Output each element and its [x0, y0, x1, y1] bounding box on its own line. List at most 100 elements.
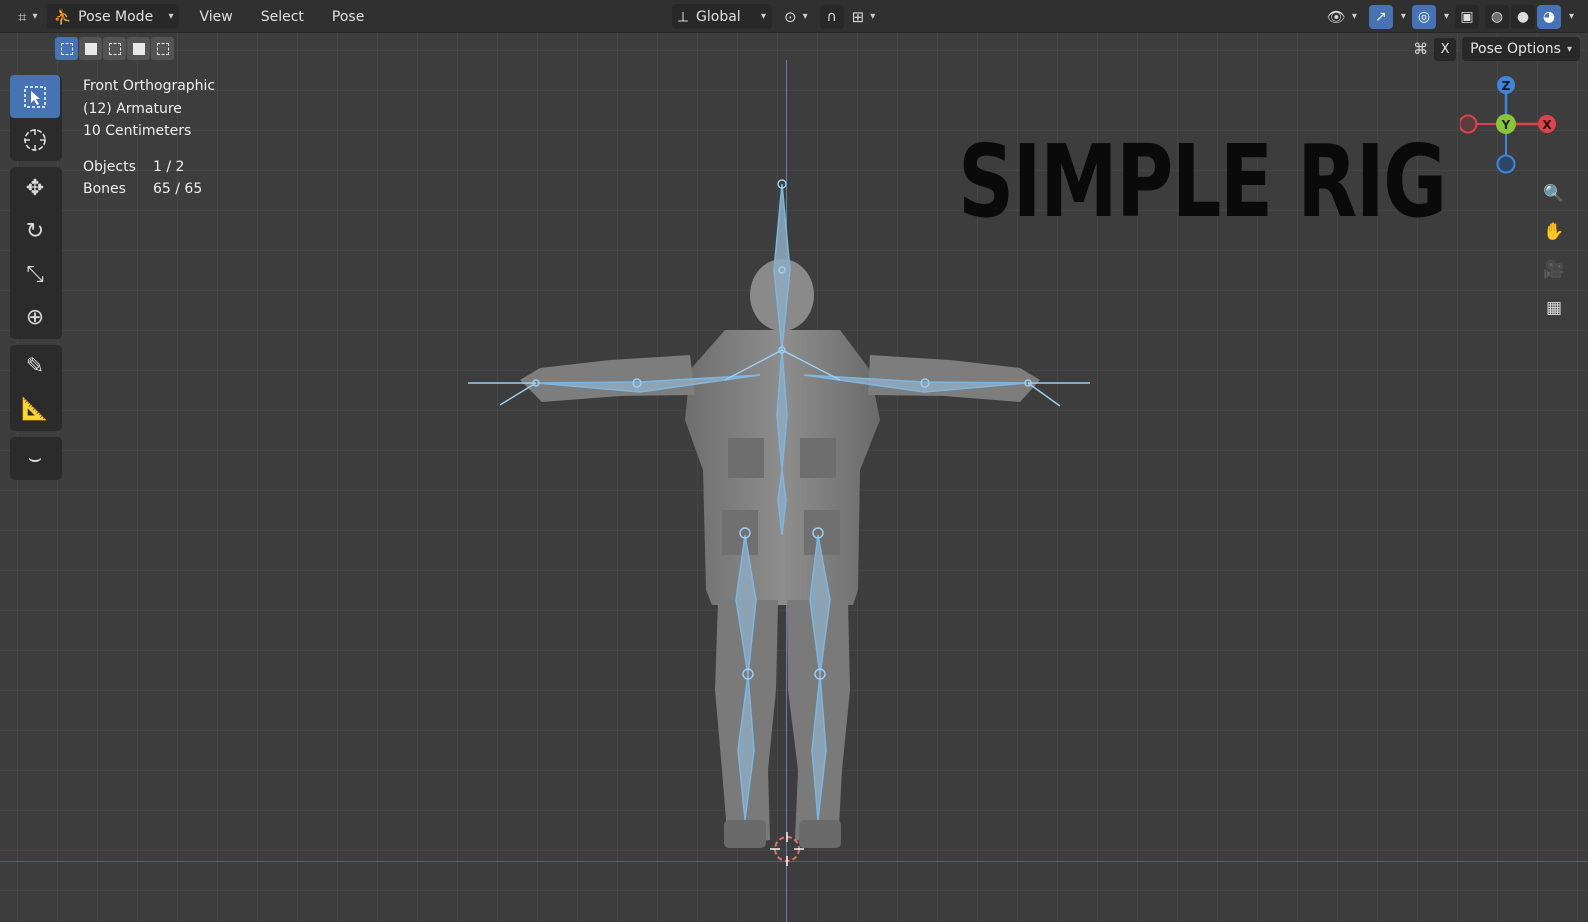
rotate-icon: ↻ [25, 219, 45, 244]
shading-wireframe[interactable]: ◍ [1484, 4, 1509, 29]
annotate-tool[interactable]: ✎ [10, 345, 60, 388]
stat-label: Bones [83, 181, 126, 197]
tool-settings-bar: ⌘ X Pose Options ▾ [0, 34, 1588, 64]
xray-toggle[interactable]: ▣ [1454, 4, 1479, 29]
shading-material[interactable]: ◕ [1536, 4, 1561, 29]
grid-scale: 10 Centimeters [83, 123, 192, 139]
viewport-header: ⌗ ▾ ⛹ Pose Mode ▾ View Select Pose ⟂ Glob… [0, 0, 1588, 33]
zoom-icon: 🔍 [1543, 184, 1565, 204]
menu-view[interactable]: View [193, 4, 238, 29]
mirror-icon[interactable]: ⌘ [1413, 40, 1428, 58]
zoom-button[interactable]: 🔍 [1538, 178, 1570, 210]
overlays-toggle[interactable]: ◎ [1411, 4, 1436, 29]
select-subtract-button[interactable] [103, 37, 126, 60]
viewport-title-text: SIMPLE RIG [958, 123, 1447, 240]
object-name: (12) Armature [83, 100, 182, 117]
orientation-label: Global [696, 8, 741, 25]
overlays-icon: ◎ [1417, 8, 1431, 25]
chevron-down-icon: ▾ [1351, 11, 1357, 22]
move-icon: ✥ [25, 176, 45, 201]
3d-viewport[interactable]: SIMPLE RIG [0, 0, 1588, 922]
rotate-tool[interactable]: ↻ [10, 210, 60, 253]
magnet-icon: ∩ [826, 8, 837, 25]
gizmo-toggle[interactable]: ↗ [1368, 4, 1393, 29]
scale-icon: ⤡ [26, 262, 44, 287]
viewport-nav-buttons: 🔍 ✋ 🎥 ▦ [1538, 178, 1570, 324]
chevron-down-icon: ▾ [168, 11, 174, 22]
camera-view-button[interactable]: 🎥 [1538, 254, 1570, 286]
chevron-down-icon[interactable]: ▾ [1444, 11, 1449, 22]
mode-label: Pose Mode [78, 8, 154, 25]
select-invert-icon [132, 42, 145, 55]
orientation-icon: ⟂ [678, 7, 689, 26]
pose-mode-icon: ⛹ [53, 7, 73, 26]
character-model[interactable] [460, 170, 1110, 880]
scale-tool[interactable]: ⤡ [10, 253, 60, 296]
wireframe-icon: ◍ [1490, 8, 1504, 25]
navigation-gizmo[interactable]: Z X Y [1460, 72, 1560, 182]
menu-pose[interactable]: Pose [326, 4, 370, 29]
stat-row: Bones 65 / 65 [83, 178, 202, 200]
material-sphere-icon: ◕ [1542, 8, 1556, 25]
chevron-down-icon: ▾ [802, 11, 808, 22]
pivot-point-button[interactable]: ⊙ ▾ [778, 4, 814, 29]
xray-icon: ▣ [1460, 8, 1474, 25]
snap-options-button[interactable]: ⊞ ▾ [846, 4, 882, 29]
grid-icon: ▦ [1545, 298, 1563, 318]
cursor-tool[interactable] [10, 118, 60, 161]
select-box-icon [24, 85, 46, 108]
select-intersect-icon [156, 42, 169, 55]
gizmo-neg-z[interactable] [1496, 154, 1516, 174]
chevron-down-icon: ▾ [870, 11, 876, 22]
shading-solid[interactable]: ● [1510, 4, 1535, 29]
pose-options-dropdown[interactable]: Pose Options ▾ [1462, 37, 1580, 61]
select-box-tool[interactable] [10, 75, 60, 118]
menu-select[interactable]: Select [255, 4, 310, 29]
select-intersect-button[interactable] [151, 37, 174, 60]
mode-dropdown[interactable]: ⛹ Pose Mode ▾ [47, 4, 180, 29]
transform-orientation-dropdown[interactable]: ⟂ Global ▾ [672, 4, 772, 29]
ruler-icon: 📐 [21, 397, 49, 422]
select-subtract-icon [108, 42, 121, 55]
relax-pose-tool[interactable]: ⌣ [10, 437, 60, 480]
select-new-button[interactable] [55, 37, 78, 60]
pencil-icon: ✎ [25, 354, 45, 379]
eye-icon: 👁 [1326, 7, 1346, 26]
chevron-down-icon[interactable]: ▾ [1401, 11, 1406, 22]
cursor-icon [24, 128, 46, 151]
perspective-toggle-button[interactable]: ▦ [1538, 292, 1570, 324]
visibility-button[interactable]: 👁 ▾ [1321, 4, 1363, 29]
chevron-down-icon: ▾ [760, 11, 766, 22]
move-tool[interactable]: ✥ [10, 167, 60, 210]
chevron-down-icon[interactable]: ▾ [1569, 11, 1574, 22]
stat-value: 65 / 65 [153, 181, 203, 197]
pan-button[interactable]: ✋ [1538, 216, 1570, 248]
editor-type-icon: ⌗ [18, 7, 27, 26]
stat-row: Objects 1 / 2 [83, 156, 202, 178]
gizmo-y-label: Y [1501, 118, 1511, 132]
pose-options-label: Pose Options [1470, 41, 1561, 57]
gizmo-neg-x[interactable] [1460, 114, 1478, 134]
editor-type-button[interactable]: ⌗ ▾ [12, 4, 43, 29]
x-mirror-toggle[interactable]: X [1434, 37, 1457, 61]
select-extend-button[interactable] [79, 37, 102, 60]
chevron-down-icon: ▾ [32, 11, 38, 22]
view-name: Front Orthographic [83, 78, 216, 94]
transform-tool[interactable]: ⊕ [10, 296, 60, 339]
viewport-info: Front Orthographic (12) Armature 10 Cent… [83, 75, 215, 143]
hand-icon: ✋ [1543, 222, 1565, 242]
select-invert-button[interactable] [127, 37, 150, 60]
stat-value: 1 / 2 [153, 159, 185, 175]
pose-curve-icon: ⌣ [27, 446, 43, 471]
stat-label: Objects [83, 159, 136, 175]
gizmo-icon: ↗ [1375, 8, 1387, 25]
left-toolbar: ✥ ↻ ⤡ ⊕ ✎ 📐 ⌣ [10, 75, 62, 486]
transform-icon: ⊕ [25, 305, 45, 330]
gizmo-z-label: Z [1502, 79, 1511, 93]
select-extend-icon [84, 42, 97, 55]
solid-sphere-icon: ● [1516, 8, 1530, 25]
measure-tool[interactable]: 📐 [10, 388, 60, 431]
snap-toggle[interactable]: ∩ [819, 4, 844, 29]
pivot-icon: ⊙ [784, 7, 797, 26]
selection-mode-group [55, 37, 174, 60]
